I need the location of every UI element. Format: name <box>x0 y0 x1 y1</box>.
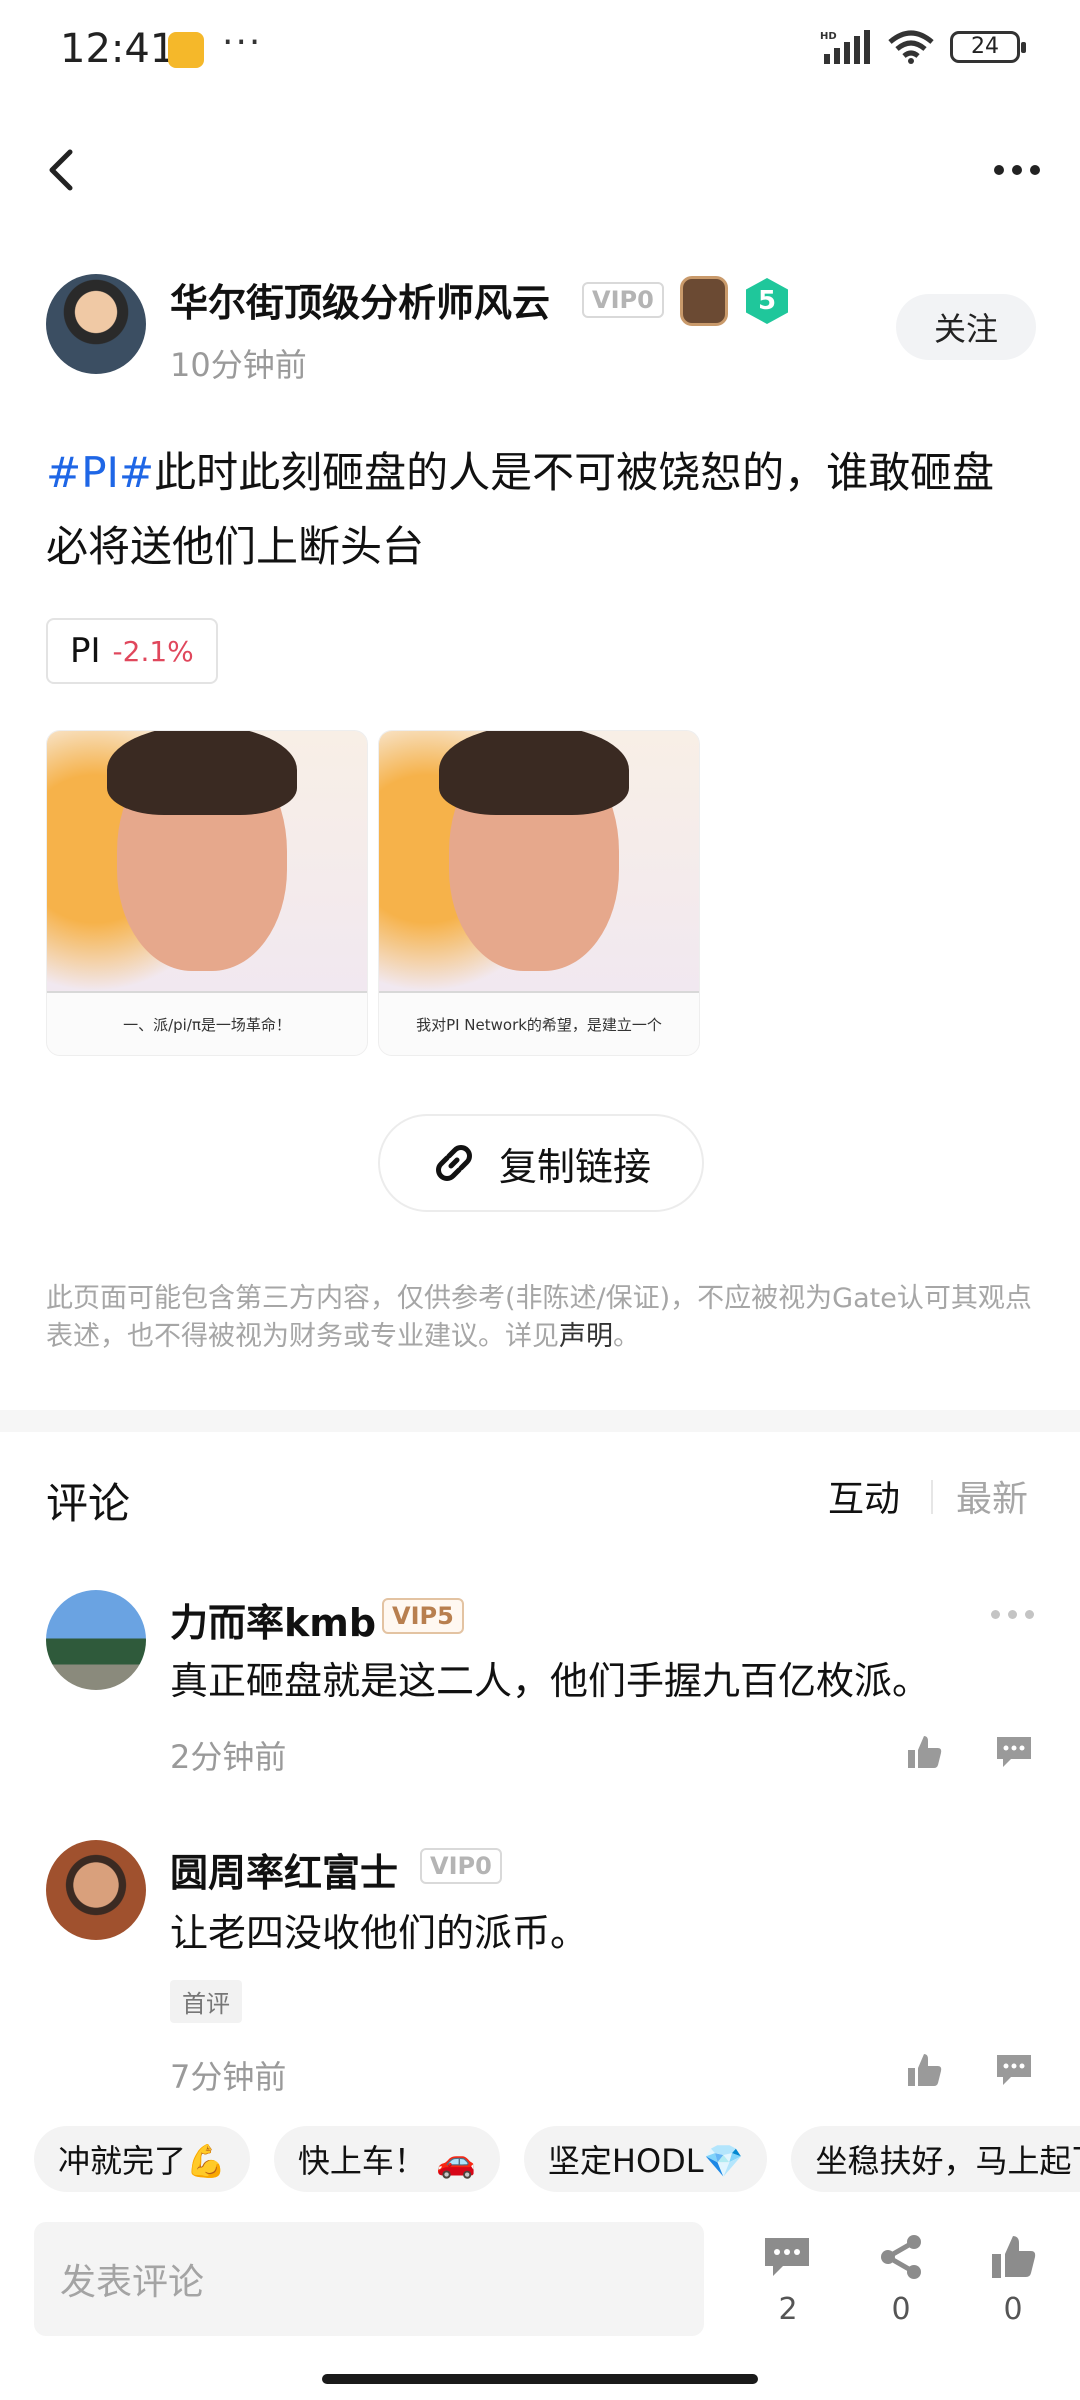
first-comment-tag: 首评 <box>170 1980 242 2023</box>
comment-more-button[interactable] <box>991 1610 1034 1619</box>
token-chip[interactable]: PI -2.1% <box>46 618 218 684</box>
post-image-2[interactable]: 我对PI Network的希望，是建立一个 <box>378 730 700 1056</box>
portrait-hair <box>107 731 297 815</box>
level-badge: 5 <box>746 278 788 324</box>
follow-button[interactable]: 关注 <box>896 294 1036 360</box>
comment-input[interactable]: 发表评论 <box>34 2222 704 2336</box>
statement-link[interactable]: 声明 <box>559 1321 613 1352</box>
quick-reply-chip[interactable]: 坚定HODL💎 <box>523 2126 768 2192</box>
comment-text: 让老四没收他们的派币。 <box>170 1911 589 1955</box>
hashtag-link[interactable]: #PI# <box>46 448 154 497</box>
thumbs-up-icon[interactable] <box>904 1732 944 1772</box>
portrait-hair <box>439 731 629 815</box>
commenter-name[interactable]: 圆周率红富士 <box>170 1842 398 1897</box>
section-divider <box>0 1410 1080 1432</box>
author-vip-badge: VIP0 <box>582 282 664 318</box>
battery-icon: 24 <box>950 31 1026 63</box>
token-change: -2.1% <box>112 634 194 668</box>
post-time: 10分钟前 <box>170 346 307 384</box>
status-indicators: HD 24 <box>820 30 1026 64</box>
image-caption: 我对PI Network的希望，是建立一个 <box>379 991 699 1055</box>
sort-divider <box>931 1480 933 1514</box>
commenter-avatar[interactable] <box>46 1840 146 1940</box>
comment-reply-icon[interactable] <box>994 1732 1034 1772</box>
medal-badge-icon <box>680 276 728 326</box>
disclaimer-end: 。 <box>613 1321 640 1352</box>
thumbs-up-icon[interactable] <box>988 2232 1038 2282</box>
commenter-name[interactable]: 力而率kmb <box>170 1592 376 1647</box>
quick-reply-chip[interactable]: 冲就完了💪 <box>34 2126 250 2192</box>
disclaimer-text: 此页面可能包含第三方内容，仅供参考(非陈述/保证)，不应被视为Gate认可其观点… <box>46 1283 1032 1352</box>
more-dot <box>1008 1610 1017 1619</box>
commenter-vip-badge: VIP5 <box>382 1598 464 1634</box>
more-dot <box>1012 165 1022 175</box>
notification-app-icon <box>168 32 204 68</box>
post-body: 此时此刻砸盘的人是不可被饶恕的，谁敢砸盘必将送他们上断头台 <box>46 448 995 571</box>
comment-count: 2 <box>778 2292 798 2327</box>
chevron-left-icon <box>49 149 73 191</box>
share-count: 0 <box>891 2292 911 2327</box>
sort-latest-tab[interactable]: 最新 <box>956 1470 1028 1522</box>
link-icon <box>436 1145 472 1181</box>
quick-reply-chip[interactable]: 坐稳扶好，马上起飞 <box>791 2126 1080 2192</box>
more-dot <box>1025 1610 1034 1619</box>
wifi-icon <box>888 30 934 64</box>
image-caption: 一、派/pi/π是一场革命！ <box>47 991 367 1055</box>
share-icon[interactable] <box>876 2232 926 2282</box>
token-name: PI <box>70 631 101 671</box>
comment-icon[interactable] <box>762 2232 812 2282</box>
commenter-vip-badge: VIP0 <box>420 1848 502 1884</box>
author-avatar[interactable] <box>46 274 146 374</box>
comments-title: 评论 <box>46 1479 131 1528</box>
disclaimer: 此页面可能包含第三方内容，仅供参考(非陈述/保证)，不应被视为Gate认可其观点… <box>46 1280 1036 1356</box>
home-indicator[interactable] <box>322 2374 758 2384</box>
post-image-1[interactable]: 一、派/pi/π是一场革命！ <box>46 730 368 1056</box>
comment-time: 7分钟前 <box>170 2058 287 2096</box>
more-horizontal-icon <box>994 165 1004 175</box>
comment-text: 真正砸盘就是这二人，他们手握九百亿枚派。 <box>170 1659 931 1703</box>
quick-reply-bar: 冲就完了💪 快上车！ 🚗 坚定HODL💎 坐稳扶好，马上起飞 <box>0 2120 1080 2200</box>
comment-time: 2分钟前 <box>170 1738 287 1776</box>
back-button[interactable] <box>48 140 88 200</box>
more-horizontal-icon <box>991 1610 1000 1619</box>
more-dot <box>1030 165 1040 175</box>
commenter-avatar[interactable] <box>46 1590 146 1690</box>
post-content: #PI#此时此刻砸盘的人是不可被饶恕的，谁敢砸盘必将送他们上断头台 <box>46 436 1036 584</box>
notification-more-icon: ··· <box>222 22 263 63</box>
portrait-image <box>379 731 699 993</box>
copy-link-button[interactable]: 复制链接 <box>378 1114 704 1212</box>
quick-reply-chip[interactable]: 快上车！ 🚗 <box>273 2126 500 2192</box>
more-options-button[interactable] <box>994 140 1040 200</box>
signal-icon: HD <box>820 30 870 64</box>
like-count: 0 <box>1003 2292 1023 2327</box>
copy-link-label: 复制链接 <box>498 1144 651 1189</box>
thumbs-up-icon[interactable] <box>904 2050 944 2090</box>
svg-text:HD: HD <box>820 31 837 42</box>
sort-interaction-tab[interactable]: 互动 <box>828 1470 900 1522</box>
portrait-image <box>47 731 367 993</box>
comment-reply-icon[interactable] <box>994 2050 1034 2090</box>
quick-reply-row: 冲就完了💪 快上车！ 🚗 坚定HODL💎 坐稳扶好，马上起飞 <box>34 2126 1080 2192</box>
status-time: 12:41 <box>60 26 176 72</box>
author-name[interactable]: 华尔街顶级分析师风云 <box>170 272 550 327</box>
